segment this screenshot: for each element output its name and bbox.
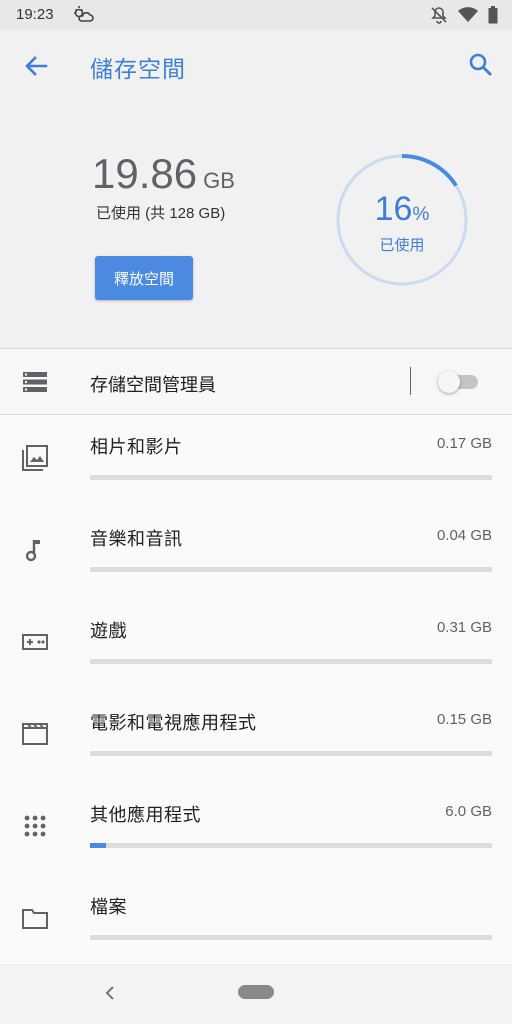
- vertical-divider: [410, 367, 411, 395]
- notifications-off-icon: [430, 6, 448, 29]
- used-amount: 19.86 GB: [92, 150, 235, 198]
- gamepad-icon: [22, 629, 48, 655]
- battery-icon: [488, 6, 498, 29]
- category-size: 0.15 GB: [436, 711, 492, 728]
- storage-manager-label: 存儲空間管理員: [90, 375, 216, 395]
- category-usage-bar: [90, 935, 492, 940]
- category-other-apps[interactable]: 其他應用程式 6.0 GB: [0, 783, 512, 875]
- category-usage-bar: [90, 751, 492, 756]
- storage-category-list: 相片和影片 0.17 GB 音樂和音訊 0.04 GB 遊戲 0.31 GB 電…: [0, 415, 512, 964]
- used-of-total: 已使用 (共 128 GB): [96, 205, 226, 222]
- wifi-icon: [458, 7, 478, 28]
- category-photos-videos[interactable]: 相片和影片 0.17 GB: [0, 415, 512, 507]
- movie-icon: [22, 721, 48, 747]
- category-movies-tv[interactable]: 電影和電視應用程式 0.15 GB: [0, 691, 512, 783]
- arrow-left-icon: [25, 56, 48, 76]
- category-usage-bar: [90, 475, 492, 480]
- usage-percent-label: 已使用: [379, 237, 425, 254]
- folder-icon: [22, 905, 48, 931]
- search-icon: [469, 53, 492, 76]
- storage-header: 儲存空間 19.86 GB 已使用 (共 128 GB) 釋放空間 16% 已使用: [0, 30, 512, 348]
- toggle-knob: [438, 371, 460, 393]
- category-usage-bar: [90, 567, 492, 572]
- used-unit: GB: [203, 168, 235, 193]
- storage-list-icon: [22, 371, 48, 398]
- free-up-space-button[interactable]: 釋放空間: [95, 256, 193, 300]
- photo-icon: [22, 445, 48, 471]
- category-label: 電影和電視應用程式: [90, 713, 257, 733]
- music-note-icon: [22, 537, 48, 563]
- used-value: 19.86: [92, 150, 198, 197]
- category-size: 0.17 GB: [436, 435, 492, 452]
- navigation-bar: [0, 965, 512, 1024]
- category-label: 遊戲: [90, 621, 127, 641]
- category-usage-fill: [90, 843, 107, 848]
- category-label: 音樂和音訊: [90, 529, 183, 549]
- search-button[interactable]: [466, 50, 496, 80]
- category-usage-bar: [90, 659, 492, 664]
- usage-percent: 16%: [334, 190, 470, 229]
- category-usage-bar: [90, 843, 492, 848]
- category-label: 相片和影片: [90, 437, 183, 457]
- category-games[interactable]: 遊戲 0.31 GB: [0, 599, 512, 691]
- back-button[interactable]: [22, 52, 50, 80]
- apps-grid-icon: [22, 813, 48, 839]
- nav-home-button[interactable]: [238, 985, 274, 999]
- category-files[interactable]: 檔案: [0, 875, 512, 967]
- chevron-left-icon: [105, 986, 114, 1000]
- page-title: 儲存空間: [90, 56, 186, 82]
- usage-percent-symbol: %: [412, 204, 430, 225]
- usage-percent-value: 16: [374, 190, 413, 228]
- nav-back-button[interactable]: [98, 981, 122, 1005]
- status-time: 19:23: [16, 6, 54, 23]
- category-label: 檔案: [90, 897, 127, 917]
- storage-manager-toggle[interactable]: [438, 371, 480, 393]
- category-size: 0.04 GB: [436, 527, 492, 544]
- category-size: 0.31 GB: [436, 619, 492, 636]
- weather-icon: [72, 4, 94, 29]
- category-size: 6.0 GB: [445, 803, 492, 820]
- storage-manager-row[interactable]: 存儲空間管理員: [0, 349, 512, 414]
- status-bar: 19:23: [0, 0, 512, 30]
- category-music-audio[interactable]: 音樂和音訊 0.04 GB: [0, 507, 512, 599]
- category-label: 其他應用程式: [90, 805, 201, 825]
